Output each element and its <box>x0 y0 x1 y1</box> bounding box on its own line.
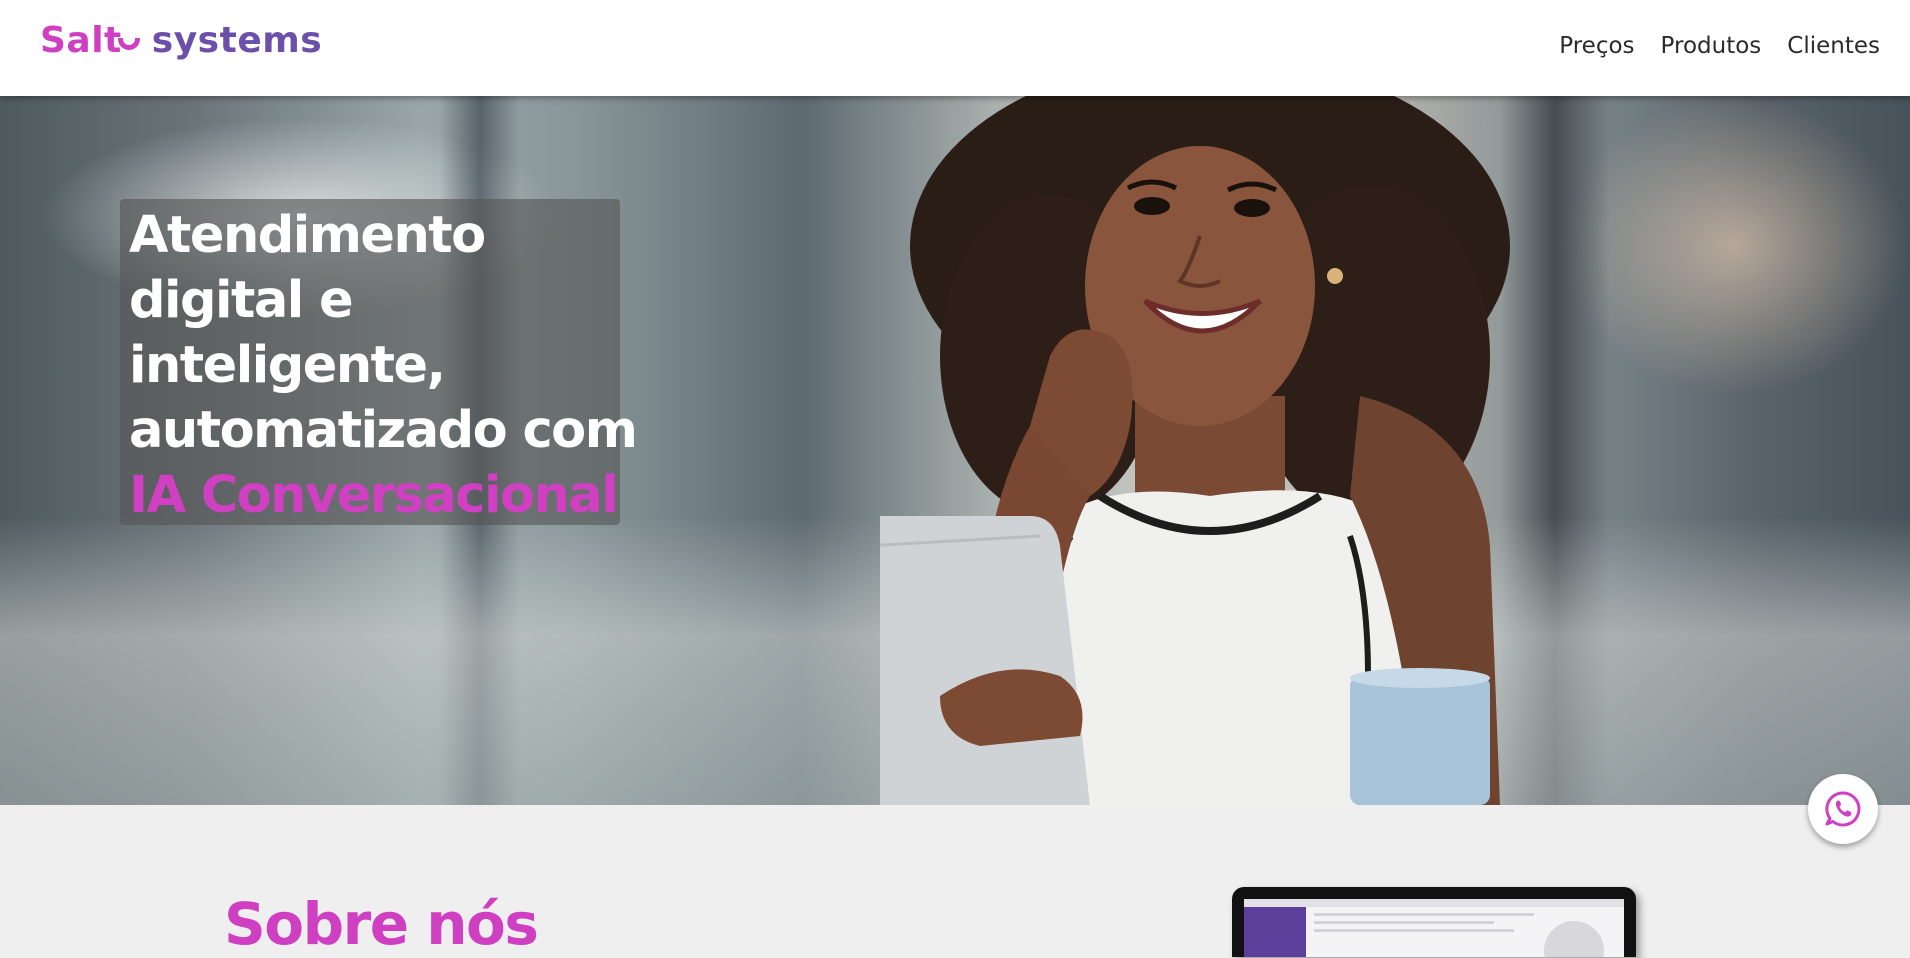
laptop-screen-chart <box>1544 921 1604 957</box>
laptop-screen-row <box>1314 921 1494 924</box>
hero-section: Atendimento digital e inteligente, autom… <box>0 96 1910 805</box>
hero-title-line: digital e <box>129 271 354 330</box>
site-header: Salt systems Preços Produtos Clientes <box>0 0 1910 96</box>
main-nav: Preços Produtos Clientes <box>1559 33 1880 59</box>
laptop-screen <box>1244 899 1624 957</box>
hero-title-line: automatizado com <box>129 401 638 460</box>
whatsapp-icon <box>1825 791 1861 827</box>
hero-title: Atendimento digital e inteligente, autom… <box>129 203 638 528</box>
laptop-screen-row <box>1314 913 1534 916</box>
nav-link-produtos[interactable]: Produtos <box>1661 33 1762 59</box>
about-title: Sobre nós <box>224 890 539 958</box>
hero-text-box: Atendimento digital e inteligente, autom… <box>120 199 638 528</box>
hero-title-line: inteligente, <box>129 336 446 395</box>
logo-systems-text: systems <box>151 20 323 61</box>
laptop-image <box>1232 887 1636 957</box>
hero-title-accent: IA Conversacional <box>129 466 619 525</box>
about-section: Sobre nós <box>0 805 1910 958</box>
nav-link-clientes[interactable]: Clientes <box>1787 33 1880 59</box>
whatsapp-button[interactable] <box>1808 774 1878 844</box>
laptop-screen-sidebar <box>1244 907 1306 957</box>
laptop-screen-topbar <box>1244 899 1624 907</box>
logo[interactable]: Salt systems <box>40 20 322 68</box>
hero-background-window-light <box>1560 96 1910 396</box>
nav-link-precos[interactable]: Preços <box>1559 33 1634 59</box>
hero-title-line: Atendimento <box>129 206 486 265</box>
logo-salt-text: Salt <box>40 20 122 61</box>
hero-person-photo <box>880 96 1510 805</box>
laptop-screen-row <box>1314 929 1514 932</box>
